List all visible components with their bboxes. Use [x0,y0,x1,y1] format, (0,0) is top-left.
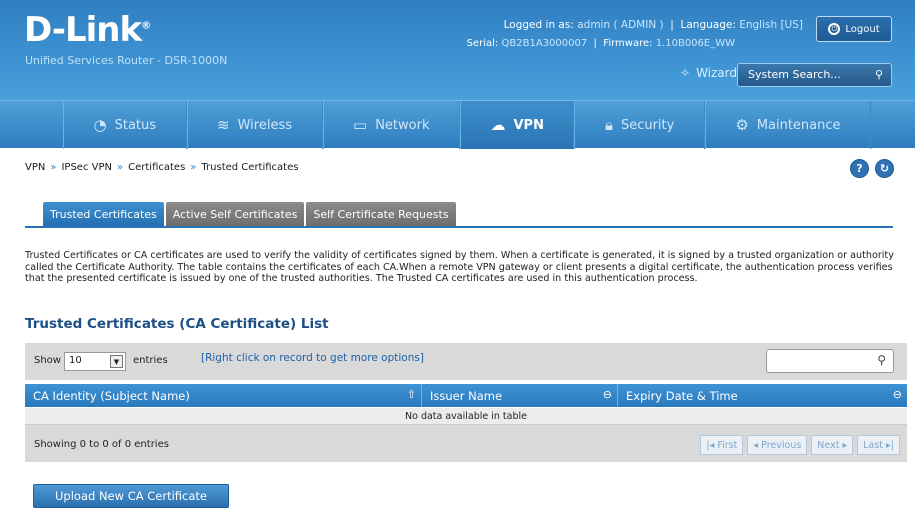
first-page-button[interactable]: |◂ First [700,435,744,455]
previous-page-button[interactable]: ◂ Previous [747,435,808,455]
nav-security[interactable]: 🔒︎ Security [574,101,705,149]
gears-icon: ⚙ [735,116,749,134]
table-empty-row: No data available in table [25,408,907,425]
breadcrumb: VPN » IPSec VPN » Certificates » Trusted… [25,162,299,173]
sort-icon: ⊖ [602,388,612,401]
logout-button[interactable]: ⏻ Logout [816,16,892,42]
breadcrumb-certificates[interactable]: Certificates [128,162,185,173]
wand-icon: ✧ [680,66,691,80]
nav-status[interactable]: ◔ Status [63,101,187,149]
dlink-logo: D-Link® [24,10,151,50]
entries-label: entries [133,355,168,366]
search-icon[interactable]: ⚲ [875,68,883,81]
column-ca-identity[interactable]: CA Identity (Subject Name) ⇧ [25,384,422,407]
power-icon: ⏻ [828,23,841,35]
wifi-icon: ≋ [217,116,230,134]
previous-icon: ◂ [753,439,759,451]
nav-maintenance[interactable]: ⚙ Maintenance [704,101,872,149]
show-label: Show [34,355,61,366]
entries-select[interactable]: 10 ▼ [64,352,126,371]
column-issuer-name[interactable]: Issuer Name ⊖ [422,384,618,407]
table-toolbar: Show 10 ▼ entries [Right click on record… [25,343,907,380]
main-nav: ◔ Status ≋ Wireless ▭ Network ☁ VPN 🔒︎ S… [0,100,915,149]
upload-ca-certificate-button[interactable]: Upload New CA Certificate [33,484,229,508]
tab-trusted-certificates[interactable]: Trusted Certificates [43,202,164,227]
device-info: Serial: QB2B1A3000007 | Firmware: 1.10B0… [466,38,735,49]
table-footer: Showing 0 to 0 of 0 entries |◂ First ◂ Pre… [25,425,907,462]
breadcrumb-vpn[interactable]: VPN [25,162,45,173]
showing-info: Showing 0 to 0 of 0 entries [34,439,169,450]
column-expiry-date[interactable]: Expiry Date & Time ⊖ [618,384,907,407]
pagination: |◂ First ◂ Previous Next ▸ Last ▸| [700,435,900,455]
help-icon[interactable]: ? [850,159,869,178]
first-icon: |◂ [706,439,715,451]
page-description: Trusted Certificates or CA certificates … [25,250,894,285]
table-search-input[interactable]: ⚲ [766,349,894,373]
login-info: Logged in as: admin ( ADMIN ) | Language… [503,19,803,31]
system-search-input[interactable]: System Search... ⚲ [737,63,892,87]
tab-active-self-certificates[interactable]: Active Self Certificates [165,202,305,227]
breadcrumb-ipsec-vpn[interactable]: IPSec VPN [61,162,112,173]
language-link[interactable]: English [US] [739,19,803,31]
monitor-icon: ▭ [353,116,368,134]
nav-wireless[interactable]: ≋ Wireless [186,101,323,149]
tab-self-certificate-requests[interactable]: Self Certificate Requests [306,202,456,227]
cloud-lock-icon: ☁ [490,116,506,134]
last-icon: ▸| [886,439,894,451]
nav-network[interactable]: ▭ Network [322,101,460,149]
breadcrumb-trusted-certificates: Trusted Certificates [201,162,299,173]
refresh-icon[interactable]: ↻ [875,159,894,178]
table-header: CA Identity (Subject Name) ⇧ Issuer Name… [25,384,907,407]
search-icon: ⚲ [877,353,886,367]
wizard-link[interactable]: ✧ Wizard [680,66,737,80]
next-page-button[interactable]: Next ▸ [811,435,854,455]
nav-vpn[interactable]: ☁ VPN [459,101,575,149]
right-click-hint: [Right click on record to get more optio… [201,352,424,364]
tab-divider [25,226,893,228]
next-icon: ▸ [842,439,848,451]
last-page-button[interactable]: Last ▸| [857,435,900,455]
chevron-down-icon: ▼ [110,355,123,368]
list-title: Trusted Certificates (CA Certificate) Li… [25,316,329,332]
product-subtitle: Unified Services Router - DSR-1000N [25,54,228,67]
sort-up-icon: ⇧ [406,388,416,401]
header-banner: D-Link® Unified Services Router - DSR-10… [0,0,915,100]
tab-bar: Trusted Certificates Active Self Certifi… [43,202,456,227]
lock-icon: 🔒︎ [604,116,613,134]
gauge-icon: ◔ [93,116,107,134]
sort-icon: ⊖ [892,388,902,401]
